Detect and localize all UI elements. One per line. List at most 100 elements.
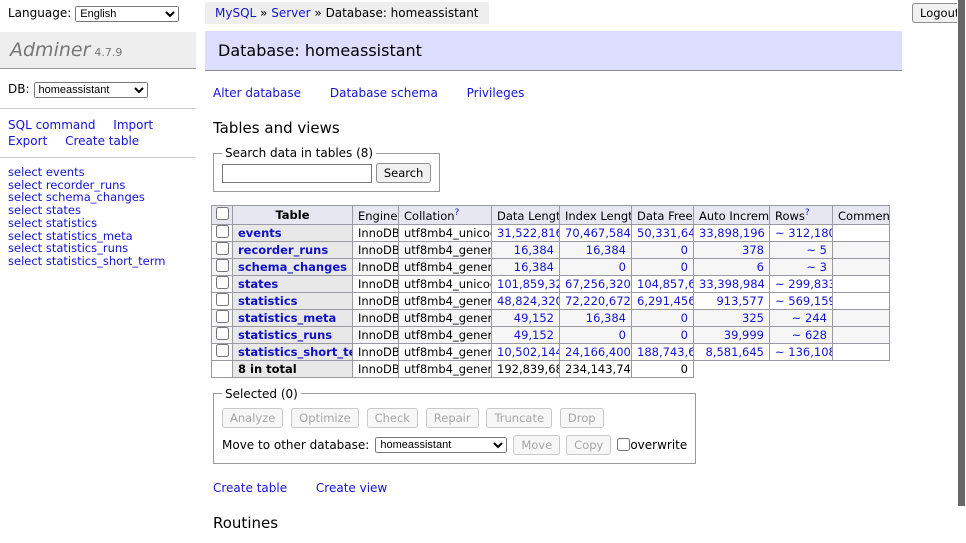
table-link[interactable]: events <box>238 226 282 240</box>
comment-cell <box>833 275 890 292</box>
collation-help-link[interactable]: ? <box>455 208 460 218</box>
engine-cell: InnoDB <box>353 275 399 292</box>
breadcrumb-separator: » <box>314 6 321 20</box>
collation-cell: utf8mb4_general_ci <box>399 292 492 309</box>
col-header-collation: Collation? <box>399 206 492 225</box>
move-db-select[interactable]: homeassistant <box>375 437 507 453</box>
sidebar-item-select-states[interactable]: select states <box>8 204 188 217</box>
collation-cell: utf8mb4_unicode_ci <box>399 275 492 292</box>
check-button[interactable]: Check <box>367 408 418 428</box>
comment-cell <box>833 343 890 360</box>
auto-increment-cell: 913,577 <box>694 292 770 309</box>
sidebar-item-create-table[interactable]: Create table <box>65 134 139 148</box>
table-link[interactable]: statistics_runs <box>238 328 332 342</box>
index-length-total: 234,143,744 <box>560 360 632 377</box>
rows-help-link[interactable]: ? <box>805 208 810 218</box>
search-button[interactable]: Search <box>376 163 432 183</box>
sidebar: Language:English Adminer4.7.9 DB:homeass… <box>0 0 196 276</box>
database-actions: Alter database Database schema Privilege… <box>213 86 905 100</box>
engine-cell: InnoDB <box>353 258 399 275</box>
table-link[interactable]: recorder_runs <box>238 243 328 257</box>
routines-heading: Routines <box>213 514 905 532</box>
table-row: states InnoDB utf8mb4_unicode_ci 101,859… <box>212 275 890 292</box>
row-checkbox[interactable] <box>216 276 229 289</box>
sidebar-item-export[interactable]: Export <box>8 134 47 148</box>
index-length-cell: 72,220,672 <box>560 292 632 309</box>
row-checkbox[interactable] <box>216 242 229 255</box>
alter-database-link[interactable]: Alter database <box>213 86 301 100</box>
rows-cell: ~ 299,833 <box>770 275 833 292</box>
breadcrumb: MySQL » Server » Database: homeassistant <box>205 2 489 24</box>
row-checkbox[interactable] <box>216 327 229 340</box>
repair-button[interactable]: Repair <box>426 408 479 428</box>
create-table-link[interactable]: Create table <box>213 481 287 495</box>
col-header-index-length: Index Length? <box>560 206 632 225</box>
breadcrumb-server-link[interactable]: Server <box>271 6 310 20</box>
data-length-cell: 31,522,816 <box>492 224 560 241</box>
collation-cell: utf8mb4_general_ci <box>399 343 492 360</box>
table-link[interactable]: statistics_short_term <box>238 345 353 359</box>
row-checkbox[interactable] <box>216 344 229 357</box>
adminer-page: Language:English Adminer4.7.9 DB:homeass… <box>0 0 966 543</box>
data-length-cell: 10,502,144 <box>492 343 560 360</box>
data-free-cell: 0 <box>632 326 694 343</box>
create-view-link[interactable]: Create view <box>316 481 387 495</box>
copy-button[interactable]: Copy <box>566 435 611 455</box>
language-select[interactable]: English <box>75 6 179 22</box>
total-row: 8 in total InnoDB utf8mb4_general_ci 192… <box>212 360 890 377</box>
row-checkbox[interactable] <box>216 293 229 306</box>
data-length-cell: 16,384 <box>492 241 560 258</box>
db-row: DB:homeassistant <box>0 69 196 98</box>
optimize-button[interactable]: Optimize <box>291 408 359 428</box>
table-row: events InnoDB utf8mb4_unicode_ci 31,522,… <box>212 224 890 241</box>
table-header-row: Table Engine? Collation? Data Length? In… <box>212 206 890 225</box>
row-checkbox[interactable] <box>216 310 229 323</box>
vertical-scrollbar[interactable] <box>957 0 966 543</box>
sidebar-item-import[interactable]: Import <box>113 118 153 132</box>
search-input[interactable] <box>222 164 372 183</box>
data-length-cell: 16,384 <box>492 258 560 275</box>
comment-cell <box>833 258 890 275</box>
sidebar-item-select-statistics-short-term[interactable]: select statistics_short_term <box>8 255 188 268</box>
analyze-button[interactable]: Analyze <box>222 408 283 428</box>
search-legend: Search data in tables (8) <box>222 146 376 160</box>
auto-increment-cell: 325 <box>694 309 770 326</box>
database-schema-link[interactable]: Database schema <box>330 86 438 100</box>
truncate-button[interactable]: Truncate <box>486 408 552 428</box>
collation-cell: utf8mb4_general_ci <box>399 309 492 326</box>
col-header-auto-increment: Auto Increment? <box>694 206 770 225</box>
select-all-checkbox[interactable] <box>216 207 229 220</box>
auto-increment-cell: 378 <box>694 241 770 258</box>
language-label: Language: <box>8 6 71 20</box>
comment-cell <box>833 292 890 309</box>
sidebar-item-select-events[interactable]: select events <box>8 166 188 179</box>
data-free-cell: 0 <box>632 258 694 275</box>
table-row: statistics_short_term InnoDB utf8mb4_gen… <box>212 343 890 360</box>
breadcrumb-mysql-link[interactable]: MySQL <box>215 6 256 20</box>
row-checkbox[interactable] <box>216 259 229 272</box>
page-title: Database: homeassistant <box>205 31 902 71</box>
table-link[interactable]: schema_changes <box>238 260 347 274</box>
rows-cell: ~ 136,108 <box>770 343 833 360</box>
col-header-data-length: Data Length? <box>492 206 560 225</box>
drop-button[interactable]: Drop <box>560 408 604 428</box>
table-link[interactable]: statistics_meta <box>238 311 336 325</box>
selected-legend: Selected (0) <box>222 387 301 401</box>
engine-cell: InnoDB <box>353 326 399 343</box>
collation-cell: utf8mb4_general_ci <box>399 360 492 377</box>
table-link[interactable]: states <box>238 277 278 291</box>
data-length-cell: 49,152 <box>492 309 560 326</box>
move-button[interactable]: Move <box>513 435 560 455</box>
bulk-actions: Analyze Optimize Check Repair Truncate D… <box>222 408 687 428</box>
table-row: statistics InnoDB utf8mb4_general_ci 48,… <box>212 292 890 309</box>
sidebar-item-sql-command[interactable]: SQL command <box>8 118 95 132</box>
db-select[interactable]: homeassistant <box>34 82 148 98</box>
sidebar-item-select-statistics[interactable]: select statistics <box>8 217 188 230</box>
privileges-link[interactable]: Privileges <box>467 86 525 100</box>
overwrite-checkbox[interactable] <box>617 438 630 451</box>
scrollbar-thumb[interactable] <box>958 0 965 506</box>
app-name: Adminer <box>10 39 90 61</box>
row-checkbox[interactable] <box>216 225 229 238</box>
table-link[interactable]: statistics <box>238 294 298 308</box>
table-row: statistics_runs InnoDB utf8mb4_general_c… <box>212 326 890 343</box>
